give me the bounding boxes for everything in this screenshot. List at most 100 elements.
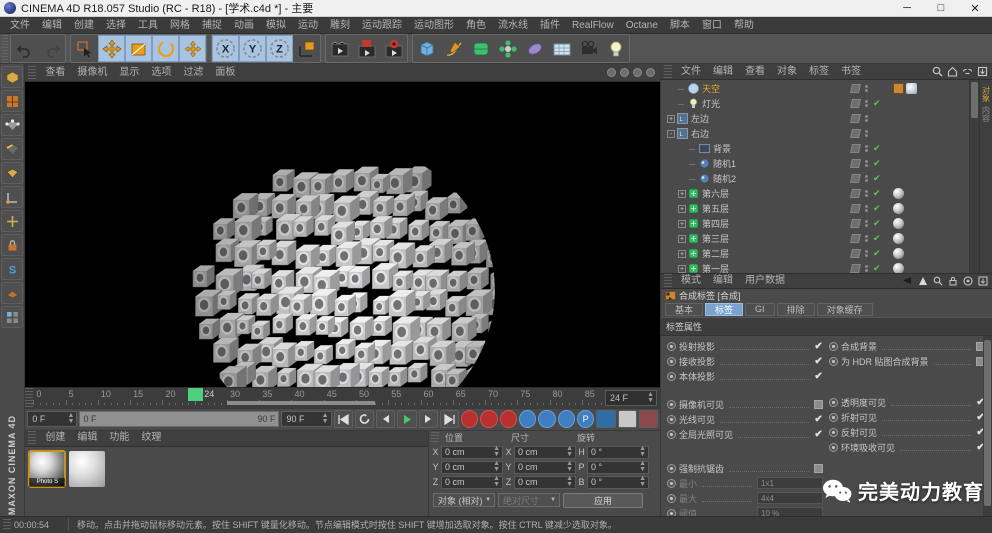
value-spinner[interactable]: ▲▼ — [566, 461, 573, 473]
object-name[interactable]: 第四层 — [702, 217, 729, 230]
material-swatches[interactable]: Photo S — [25, 447, 428, 516]
home-icon[interactable] — [947, 66, 958, 77]
enabled-check-icon[interactable]: ✔ — [873, 188, 881, 199]
property-bullet-icon[interactable] — [667, 509, 676, 516]
menu-item-1[interactable]: 编辑 — [36, 17, 68, 34]
menu-item-13[interactable]: 角色 — [460, 17, 492, 34]
tree-expander[interactable]: + — [678, 220, 686, 228]
object-menu-item-2[interactable]: 查看 — [739, 63, 771, 81]
keyframe-scale-button[interactable] — [538, 410, 555, 428]
object-name[interactable]: 第三层 — [702, 232, 729, 245]
value-spinner[interactable]: ▲▼ — [639, 461, 646, 473]
object-tree-row[interactable]: +第二层✔ — [661, 246, 969, 261]
fit-icon[interactable] — [977, 66, 988, 77]
menu-item-19[interactable]: 窗口 — [696, 17, 728, 34]
property-bullet-icon[interactable] — [667, 415, 676, 424]
tree-expander[interactable]: + — [678, 190, 686, 198]
property-bullet-icon[interactable] — [829, 428, 838, 437]
property-bullet-icon[interactable] — [667, 372, 676, 381]
menu-item-20[interactable]: 帮助 — [728, 17, 760, 34]
fps-field[interactable]: 24 F ▲▼ — [605, 390, 657, 406]
search-icon[interactable] — [932, 66, 943, 77]
material-tag-icon[interactable] — [893, 248, 904, 259]
viewport-grip[interactable] — [28, 66, 36, 80]
object-tags[interactable] — [893, 248, 904, 259]
tree-expander[interactable]: - — [667, 130, 675, 138]
property-checkbox[interactable]: ✔ — [814, 372, 823, 381]
array-button[interactable] — [494, 35, 521, 62]
attribute-menu-item-2[interactable]: 用户数据 — [739, 272, 791, 290]
layer-color-box[interactable] — [850, 84, 861, 93]
attribute-tab[interactable]: 标签 — [705, 303, 743, 316]
material-tag-icon[interactable] — [893, 218, 904, 229]
object-tree-row[interactable]: + 第六层 ✔ — [661, 186, 969, 201]
workplane-button[interactable] — [1, 282, 23, 304]
pla-button[interactable] — [596, 410, 615, 428]
object-tree-scroll-thumb[interactable] — [971, 82, 978, 118]
model-mode-button[interactable] — [1, 66, 23, 88]
attribute-tab[interactable]: 对象缓存 — [817, 303, 873, 316]
edge-mode-button[interactable] — [1, 138, 23, 160]
viewport-solo-button[interactable] — [1, 306, 23, 328]
target-icon[interactable] — [963, 276, 973, 286]
layer-color-box[interactable] — [850, 99, 861, 108]
object-name[interactable]: 左边 — [691, 112, 709, 125]
position-x-input[interactable]: 0 cm▲▼ — [441, 446, 503, 459]
object-tree-scrollbar[interactable] — [969, 80, 979, 273]
material-menu-item-0[interactable]: 创建 — [39, 429, 71, 447]
apply-button[interactable]: 应用 — [563, 493, 643, 508]
material-tag-icon[interactable] — [893, 233, 904, 244]
object-visibility-dots[interactable]: ✔ — [851, 203, 881, 214]
size-z-input[interactable]: 0 cm▲▼ — [514, 476, 576, 489]
composite-tag-icon[interactable] — [893, 83, 904, 94]
object-visibility-dots[interactable]: ✔ — [851, 263, 881, 273]
object-tree-row[interactable]: +L左边 — [661, 111, 969, 126]
menu-item-3[interactable]: 选择 — [100, 17, 132, 34]
object-name[interactable]: 第六层 — [702, 187, 729, 200]
property-bullet-icon[interactable] — [667, 464, 676, 473]
enabled-check-icon[interactable]: ✔ — [873, 143, 881, 154]
value-spinner[interactable]: ▲▼ — [566, 476, 573, 488]
coordinate-mode-select[interactable]: 对象 (相对) ▼ — [433, 493, 495, 507]
layer-color-box[interactable] — [850, 114, 861, 123]
spline-pen-button[interactable] — [440, 35, 467, 62]
material-tag-icon[interactable] — [893, 263, 904, 273]
visibility-dots[interactable] — [865, 130, 868, 137]
object-visibility-dots[interactable] — [851, 114, 881, 123]
layer-color-box[interactable] — [850, 219, 861, 228]
object-tree[interactable]: ─天空─灯光✔+L左边-L右边─背景✔─随机1✔─随机2✔+第六层✔+第五层✔+… — [661, 80, 969, 273]
frame-range-slider[interactable]: 0 F 90 F — [79, 411, 279, 427]
cube-primitive-button[interactable] — [413, 35, 440, 62]
material-tag-icon[interactable] — [893, 188, 904, 199]
enable-axis-button[interactable] — [1, 210, 23, 232]
viewport-menu-item-5[interactable]: 面板 — [209, 64, 241, 82]
render-settings-button[interactable] — [380, 35, 407, 62]
search-icon-am[interactable] — [933, 276, 943, 286]
property-checkbox[interactable] — [814, 400, 823, 409]
menu-item-0[interactable]: 文件 — [4, 17, 36, 34]
visibility-dots[interactable] — [865, 160, 868, 167]
viewport-menu-item-0[interactable]: 查看 — [39, 64, 71, 82]
value-spinner[interactable]: ▲▼ — [639, 476, 646, 488]
visibility-dots[interactable] — [865, 235, 868, 242]
size-mode-select[interactable]: 绝对尺寸 ▼ — [498, 493, 560, 507]
maximize-button[interactable]: □ — [924, 0, 958, 16]
back-arrow-icon[interactable] — [901, 276, 913, 285]
property-bullet-icon[interactable] — [667, 494, 676, 503]
axis-y-button[interactable]: Y — [239, 35, 266, 62]
object-tags[interactable] — [893, 203, 904, 214]
menu-item-11[interactable]: 运动跟踪 — [356, 17, 408, 34]
menu-item-18[interactable]: 脚本 — [664, 17, 696, 34]
minimize-button[interactable]: ─ — [890, 0, 924, 16]
go-to-start-button[interactable] — [334, 410, 353, 428]
visibility-dots[interactable] — [865, 115, 868, 122]
menu-item-8[interactable]: 模拟 — [260, 17, 292, 34]
keyframe-position-button[interactable] — [519, 410, 536, 428]
visibility-dots[interactable] — [865, 100, 868, 107]
object-manager-grip[interactable] — [664, 65, 672, 79]
visibility-dots[interactable] — [865, 265, 868, 272]
object-visibility-dots[interactable]: ✔ — [851, 158, 881, 169]
property-bullet-icon[interactable] — [829, 357, 838, 366]
timeline-playhead[interactable]: 24 — [188, 388, 203, 401]
attribute-menu-item-0[interactable]: 模式 — [675, 272, 707, 290]
